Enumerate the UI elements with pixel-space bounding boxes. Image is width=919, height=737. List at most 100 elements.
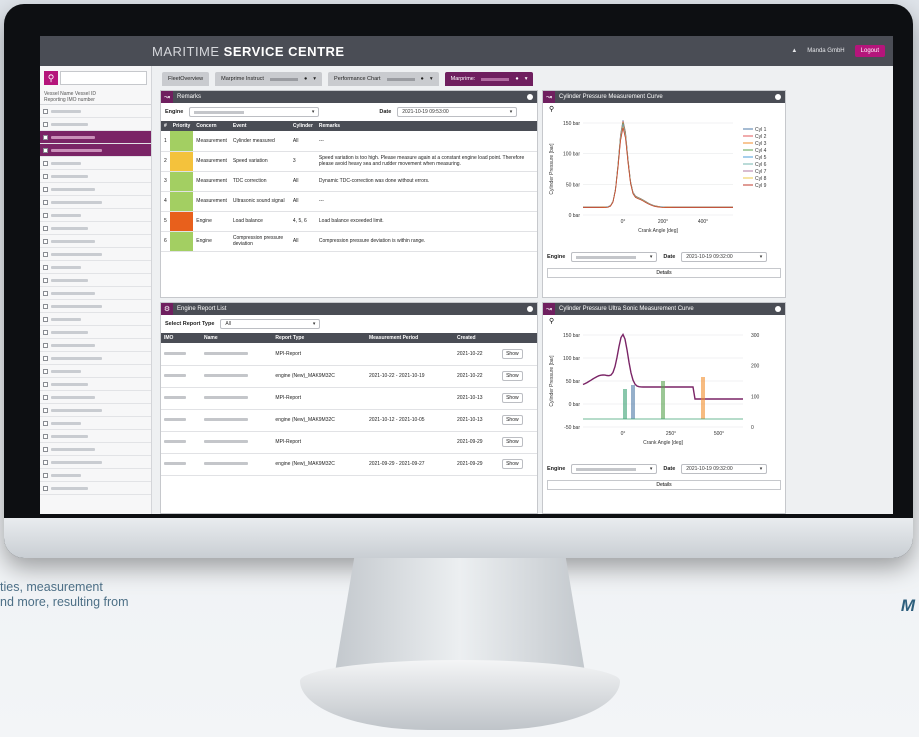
details-button[interactable]: Details — [547, 480, 781, 490]
search-icon[interactable]: ⚲ — [44, 71, 58, 85]
vessel-list-item[interactable] — [40, 443, 151, 456]
vessel-list-item[interactable] — [40, 300, 151, 313]
column-header[interactable] — [499, 333, 537, 343]
panel-menu-icon[interactable] — [775, 306, 781, 312]
checkbox[interactable] — [43, 186, 48, 192]
user-name[interactable]: Manda GmbH — [807, 48, 844, 54]
checkbox[interactable] — [43, 342, 48, 348]
checkbox[interactable] — [43, 238, 48, 244]
vessel-list-item[interactable] — [40, 326, 151, 339]
checkbox[interactable] — [43, 134, 48, 140]
vessel-list-item[interactable] — [40, 313, 151, 326]
checkbox[interactable] — [43, 329, 48, 335]
checkbox[interactable] — [43, 446, 48, 452]
vessel-list-item[interactable] — [40, 183, 151, 196]
report-type-select[interactable]: All ▾ — [220, 319, 321, 329]
tab-marprime[interactable]: Marprime: ● ▾ — [444, 72, 534, 86]
tab-marprime-instruct[interactable]: Marprime Instruct ● ▾ — [215, 72, 323, 86]
engine-select[interactable]: ▾ — [571, 252, 658, 262]
vessel-list-item[interactable] — [40, 378, 151, 391]
logout-button[interactable]: Logout — [854, 45, 885, 57]
checkbox[interactable] — [43, 121, 48, 127]
panel-menu-icon[interactable] — [775, 94, 781, 100]
checkbox[interactable] — [43, 355, 48, 361]
vessel-list-item[interactable] — [40, 196, 151, 209]
checkbox[interactable] — [43, 160, 48, 166]
checkbox[interactable] — [43, 147, 48, 153]
tab-fleet-overview[interactable]: FleetOverview — [162, 72, 210, 86]
vessel-list-item[interactable] — [40, 469, 151, 482]
checkbox[interactable] — [43, 407, 48, 413]
checkbox[interactable] — [43, 459, 48, 465]
column-header[interactable]: Created — [453, 333, 500, 343]
show-button[interactable]: Show — [502, 348, 523, 359]
checkbox[interactable] — [43, 277, 48, 283]
vessel-list-item[interactable] — [40, 170, 151, 183]
checkbox[interactable] — [43, 433, 48, 439]
date-select[interactable]: 2021-10-19 09:32:00 ▾ — [681, 464, 768, 474]
panel-menu-icon[interactable] — [527, 94, 533, 100]
vessel-list-item[interactable] — [40, 222, 151, 235]
zoom-icon[interactable]: ⚲ — [543, 315, 785, 327]
vessel-list-item[interactable] — [40, 274, 151, 287]
checkbox[interactable] — [43, 212, 48, 218]
column-header[interactable]: Cylinder — [289, 121, 316, 131]
date-select[interactable]: 2021-10-19 09:32:00 ▾ — [681, 252, 768, 262]
vessel-list-item[interactable] — [40, 417, 151, 430]
column-header[interactable]: Measurement Period — [365, 333, 454, 343]
vessel-list-item[interactable] — [40, 248, 151, 261]
column-header[interactable]: Priority — [169, 121, 194, 131]
show-button[interactable]: Show — [502, 371, 523, 381]
vessel-list-item[interactable] — [40, 352, 151, 365]
checkbox[interactable] — [43, 368, 48, 374]
vessel-list-item[interactable] — [40, 339, 151, 352]
checkbox[interactable] — [43, 199, 48, 205]
checkbox[interactable] — [43, 264, 48, 270]
vessel-list-item[interactable] — [40, 131, 151, 144]
checkbox[interactable] — [43, 485, 48, 491]
vessel-list-item[interactable] — [40, 365, 151, 378]
checkbox[interactable] — [43, 108, 48, 114]
tab-performance-chart[interactable]: Performance Chart ● ▾ — [328, 72, 439, 86]
vessel-list-item[interactable] — [40, 235, 151, 248]
checkbox[interactable] — [43, 303, 48, 309]
column-header[interactable]: Remarks — [315, 121, 537, 131]
zoom-icon[interactable]: ⚲ — [543, 103, 785, 115]
checkbox[interactable] — [43, 420, 48, 426]
show-button[interactable]: Show — [502, 437, 523, 447]
vessel-list-item[interactable] — [40, 144, 151, 157]
vessel-list-item[interactable] — [40, 287, 151, 300]
vessel-list-item[interactable] — [40, 430, 151, 443]
vessel-list-item[interactable] — [40, 456, 151, 469]
vessel-list-item[interactable] — [40, 261, 151, 274]
checkbox[interactable] — [43, 381, 48, 387]
panel-menu-icon[interactable] — [527, 306, 533, 312]
vessel-list-item[interactable] — [40, 209, 151, 222]
show-button[interactable]: Show — [502, 459, 523, 469]
checkbox[interactable] — [43, 173, 48, 179]
checkbox[interactable] — [43, 225, 48, 231]
search-input[interactable] — [60, 71, 147, 85]
column-header[interactable]: # — [161, 121, 170, 131]
checkbox[interactable] — [43, 290, 48, 296]
vessel-list-item[interactable] — [40, 105, 151, 118]
column-header[interactable]: Event — [229, 121, 290, 131]
column-header[interactable]: Concern — [193, 121, 230, 131]
checkbox[interactable] — [43, 394, 48, 400]
vessel-list-item[interactable] — [40, 404, 151, 417]
details-button[interactable]: Details — [547, 268, 781, 278]
column-header[interactable]: Report Type — [272, 333, 366, 343]
vessel-list-item[interactable] — [40, 482, 151, 495]
date-select[interactable]: 2021-10-19 09:53:00 ▾ — [397, 107, 518, 117]
checkbox[interactable] — [43, 472, 48, 478]
show-button[interactable]: Show — [502, 393, 523, 403]
vessel-list-item[interactable] — [40, 391, 151, 404]
engine-select[interactable]: ▾ — [571, 464, 658, 474]
checkbox[interactable] — [43, 316, 48, 322]
vessel-list-item[interactable] — [40, 118, 151, 131]
engine-select[interactable]: ▾ — [189, 107, 320, 117]
vessel-list-item[interactable] — [40, 157, 151, 170]
column-header[interactable]: IMO — [161, 333, 201, 343]
checkbox[interactable] — [43, 251, 48, 257]
show-button[interactable]: Show — [502, 415, 523, 425]
